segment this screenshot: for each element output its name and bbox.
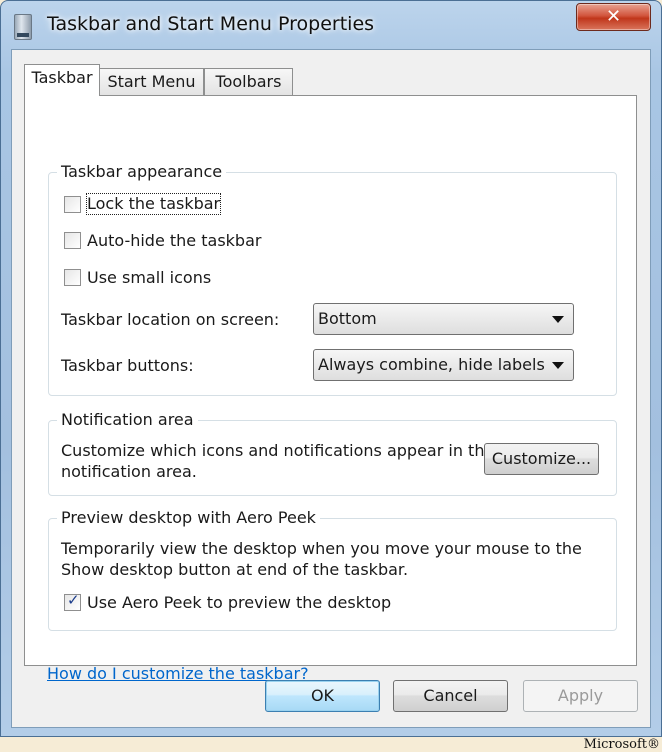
- aero-peek-group: Preview desktop with Aero Peek Temporari…: [48, 508, 617, 631]
- location-dropdown[interactable]: Bottom: [313, 303, 574, 335]
- title-bar[interactable]: Taskbar and Start Menu Properties ✕: [1, 1, 661, 51]
- buttons-dropdown[interactable]: Always combine, hide labels: [313, 349, 574, 381]
- buttons-label: Taskbar buttons:: [61, 356, 194, 375]
- taskbar-appearance-title: Taskbar appearance: [57, 162, 227, 182]
- chevron-down-icon: [552, 362, 564, 369]
- customize-button[interactable]: Customize...: [484, 443, 599, 475]
- location-label: Taskbar location on screen:: [61, 310, 280, 329]
- buttons-value: Always combine, hide labels: [318, 355, 545, 374]
- tab-start-menu[interactable]: Start Menu: [99, 68, 204, 95]
- aero-peek-title: Preview desktop with Aero Peek: [57, 508, 320, 528]
- ok-button[interactable]: OK: [265, 680, 380, 712]
- lock-taskbar-label[interactable]: Lock the taskbar: [85, 193, 222, 215]
- notification-area-group: Notification area Customize which icons …: [48, 410, 617, 496]
- chevron-down-icon: [552, 316, 564, 323]
- notification-area-title: Notification area: [57, 410, 198, 430]
- taskbar-app-icon: [14, 14, 32, 40]
- dialog-client-area: Taskbar Start Menu Toolbars Taskbar appe…: [11, 49, 651, 728]
- cancel-button[interactable]: Cancel: [393, 680, 508, 712]
- aero-peek-label[interactable]: Use Aero Peek to preview the desktop: [87, 593, 391, 613]
- close-button[interactable]: ✕: [576, 3, 651, 31]
- aero-peek-description-line2: Show desktop button at end of the taskba…: [61, 560, 409, 579]
- aero-peek-checkbox[interactable]: ✓: [64, 591, 81, 611]
- tab-taskbar[interactable]: Taskbar: [24, 64, 100, 96]
- small-icons-checkbox[interactable]: [64, 269, 81, 286]
- notification-description-line2: notification area.: [61, 462, 197, 481]
- tab-toolbars[interactable]: Toolbars: [204, 68, 293, 95]
- microsoft-credit: Microsoft®: [583, 737, 660, 752]
- auto-hide-checkbox[interactable]: [64, 232, 81, 249]
- properties-window: Taskbar and Start Menu Properties ✕ Task…: [0, 0, 662, 737]
- auto-hide-label[interactable]: Auto-hide the taskbar: [87, 231, 261, 251]
- location-value: Bottom: [318, 309, 377, 328]
- window-title: Taskbar and Start Menu Properties: [47, 13, 375, 35]
- apply-button[interactable]: Apply: [523, 680, 638, 712]
- taskbar-appearance-group: Taskbar appearance Lock the taskbar Auto…: [48, 162, 617, 396]
- notification-description-line1: Customize which icons and notifications …: [61, 441, 495, 460]
- lock-taskbar-checkbox[interactable]: [64, 196, 81, 213]
- checkmark-icon: ✓: [67, 591, 80, 609]
- close-icon: ✕: [605, 6, 622, 27]
- aero-peek-description-line1: Temporarily view the desktop when you mo…: [61, 539, 582, 558]
- taskbar-tab-panel: Taskbar appearance Lock the taskbar Auto…: [24, 95, 637, 683]
- small-icons-label[interactable]: Use small icons: [87, 268, 211, 288]
